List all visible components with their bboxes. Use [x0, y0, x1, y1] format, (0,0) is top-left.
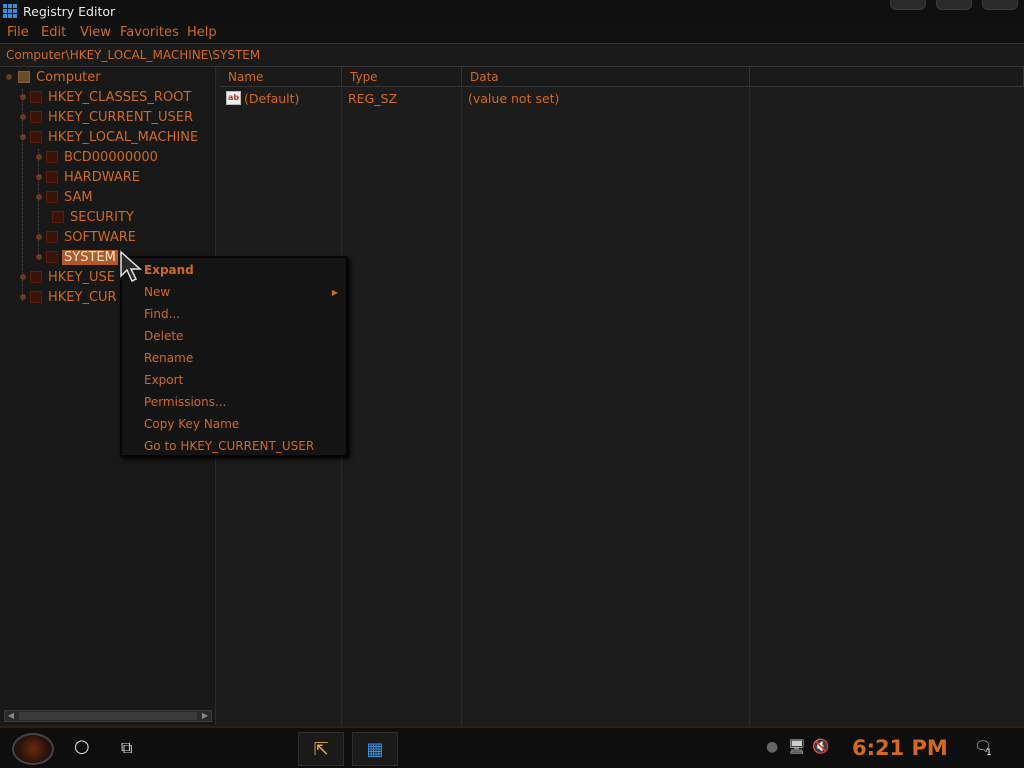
expand-icon[interactable]	[36, 174, 42, 180]
tree-item-system[interactable]: SYSTEM	[36, 248, 118, 266]
tree-item-bcd00000000[interactable]: BCD00000000	[36, 148, 160, 166]
registry-editor-icon	[3, 4, 17, 18]
context-menu-permissions[interactable]: Permissions...	[144, 395, 226, 409]
tree-item-hkey-classes-root[interactable]: HKEY_CLASSES_ROOT	[20, 88, 193, 106]
folder-icon	[46, 151, 58, 163]
value-type: REG_SZ	[348, 91, 398, 106]
tree-label-selected: SYSTEM	[62, 249, 118, 265]
context-menu-new[interactable]: New	[144, 285, 170, 299]
tree-item-hkey-local-machine[interactable]: HKEY_LOCAL_MACHINE	[20, 128, 200, 146]
clock[interactable]: 6:21 PM	[852, 736, 948, 760]
volume-muted-icon[interactable]: 🔇	[812, 739, 829, 755]
address-path[interactable]: Computer\HKEY_LOCAL_MACHINE\SYSTEM	[6, 48, 260, 62]
taskbar-app-registry-editor[interactable]: ▦	[352, 732, 398, 766]
menu-help[interactable]: Help	[187, 25, 217, 40]
string-value-icon: ab	[226, 91, 241, 105]
tree-label: SECURITY	[70, 209, 134, 225]
tree-label: HKEY_CUR	[48, 289, 117, 305]
tree-item-sam[interactable]: SAM	[36, 188, 95, 206]
folder-icon	[46, 171, 58, 183]
expand-icon[interactable]	[36, 234, 42, 240]
column-header-type[interactable]: Type	[342, 67, 462, 87]
folder-icon	[30, 91, 42, 103]
column-divider	[749, 87, 750, 725]
tree-label: Computer	[36, 69, 101, 85]
tree-label: HKEY_CLASSES_ROOT	[48, 89, 192, 105]
column-header-data[interactable]: Data	[462, 67, 750, 87]
folder-icon	[46, 191, 58, 203]
window-title: Registry Editor	[23, 4, 116, 19]
context-menu-copy-key-name[interactable]: Copy Key Name	[144, 417, 239, 431]
context-menu-delete[interactable]: Delete	[144, 329, 183, 343]
folder-icon	[52, 211, 64, 223]
expand-icon[interactable]	[20, 294, 26, 300]
expand-icon[interactable]	[20, 114, 26, 120]
menu-file[interactable]: File	[7, 25, 29, 40]
tray-circle-icon[interactable]: ●	[766, 739, 778, 755]
scrollbar-thumb[interactable]	[19, 712, 197, 720]
context-menu-expand[interactable]: Expand	[144, 263, 194, 277]
tree-label: HKEY_LOCAL_MACHINE	[48, 129, 199, 145]
folder-icon	[30, 271, 42, 283]
tree-label: HKEY_CURRENT_USER	[48, 109, 194, 125]
tree-label: HARDWARE	[64, 169, 140, 185]
start-button[interactable]	[12, 733, 54, 765]
tree-item-hkey-users[interactable]: HKEY_USE	[20, 268, 117, 286]
submenu-arrow-icon: ▶	[331, 288, 338, 297]
task-view-icon[interactable]: ⧉	[121, 738, 132, 758]
tree-item-hkey-current-user[interactable]: HKEY_CURRENT_USER	[20, 108, 195, 126]
expand-icon[interactable]	[20, 94, 26, 100]
folder-open-icon	[30, 131, 42, 143]
tree-item-security[interactable]: SECURITY	[36, 208, 136, 226]
tree-label: BCD00000000	[64, 149, 158, 165]
expand-icon[interactable]	[36, 154, 42, 160]
collapse-icon[interactable]	[6, 74, 12, 80]
column-header-empty	[750, 67, 1024, 87]
collapse-icon[interactable]	[20, 134, 26, 140]
address-bar[interactable]: Computer\HKEY_LOCAL_MACHINE\SYSTEM	[0, 43, 1024, 67]
mouse-cursor-icon	[120, 250, 142, 283]
tree-label: HKEY_USE	[48, 269, 115, 285]
menu-edit[interactable]: Edit	[41, 25, 66, 40]
taskbar: ○ ⧉ ⇱ ▦ ● 🖥 🔇 6:21 PM 🗨 1	[0, 726, 1024, 768]
value-name[interactable]: (Default)	[244, 91, 299, 106]
context-menu-rename[interactable]: Rename	[144, 351, 193, 365]
taskbar-app-file-explorer[interactable]: ⇱	[298, 732, 344, 766]
tree-label: SOFTWARE	[64, 229, 136, 245]
folder-icon	[30, 111, 42, 123]
scroll-right-icon[interactable]: ▶	[200, 712, 210, 720]
tree-item-hardware[interactable]: HARDWARE	[36, 168, 142, 186]
expand-icon[interactable]	[36, 194, 42, 200]
minimize-button[interactable]	[890, 0, 926, 10]
column-header-name[interactable]: Name	[220, 67, 342, 87]
column-divider	[461, 87, 462, 725]
network-icon[interactable]: 🖥	[788, 739, 806, 755]
tree-item-hkey-current-config[interactable]: HKEY_CUR	[20, 288, 119, 306]
menu-favorites[interactable]: Favorites	[120, 25, 179, 40]
menu-view[interactable]: View	[80, 25, 111, 40]
folder-icon	[46, 251, 58, 263]
folder-icon	[30, 291, 42, 303]
folder-icon	[46, 231, 58, 243]
tree-item-software[interactable]: SOFTWARE	[36, 228, 138, 246]
search-icon[interactable]: ○	[74, 736, 90, 757]
close-button[interactable]	[982, 0, 1018, 10]
context-menu: Expand New ▶ Find... Delete Rename Expor…	[120, 256, 348, 457]
context-menu-find[interactable]: Find...	[144, 307, 180, 321]
tree-label: SAM	[64, 189, 93, 205]
computer-icon	[18, 71, 30, 83]
value-data: (value not set)	[468, 91, 560, 106]
scroll-left-icon[interactable]: ◀	[6, 712, 16, 720]
expand-icon[interactable]	[36, 254, 42, 260]
menu-bar: File Edit View Favorites Help	[0, 23, 1024, 43]
tree-item-computer[interactable]: Computer	[6, 68, 103, 86]
expand-icon[interactable]	[20, 274, 26, 280]
notification-count: 1	[986, 748, 992, 758]
context-menu-goto-hkcu[interactable]: Go to HKEY_CURRENT_USER	[144, 439, 314, 453]
maximize-button[interactable]	[936, 0, 972, 10]
horizontal-scrollbar[interactable]: ◀ ▶	[4, 710, 212, 722]
context-menu-export[interactable]: Export	[144, 373, 183, 387]
title-bar: Registry Editor	[0, 0, 1024, 23]
